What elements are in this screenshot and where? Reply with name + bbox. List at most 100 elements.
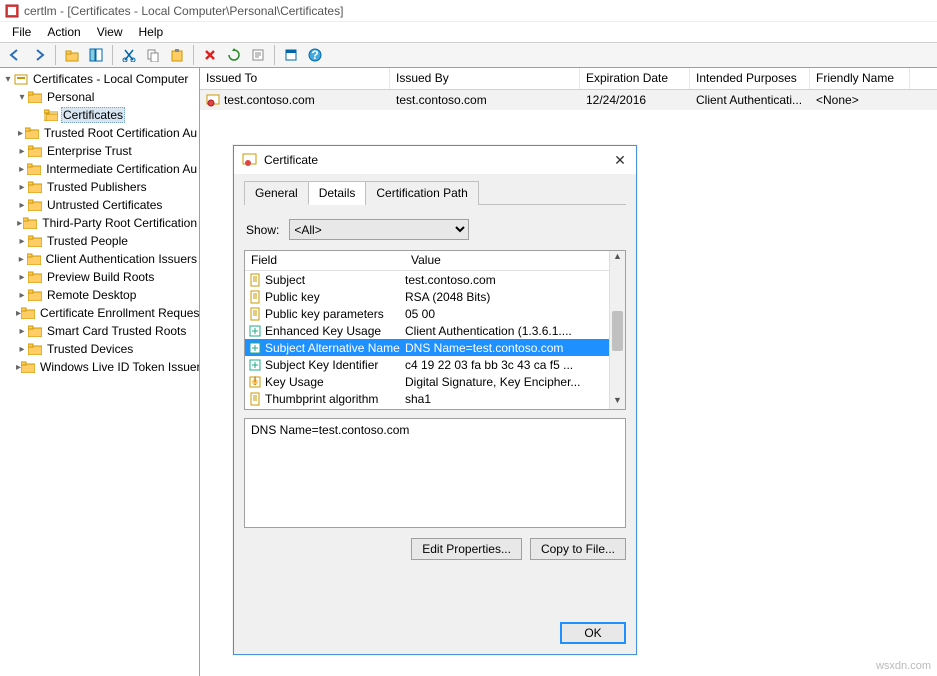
show-label: Show: bbox=[246, 223, 279, 237]
field-row[interactable]: Subjecttest.contoso.com bbox=[245, 271, 609, 288]
field-label: Subject Key Identifier bbox=[263, 358, 405, 372]
folder-icon bbox=[28, 342, 42, 356]
menu-file[interactable]: File bbox=[4, 23, 39, 41]
tree-item[interactable]: ▸Enterprise Trust bbox=[0, 142, 199, 160]
folder-icon bbox=[28, 270, 42, 284]
fields-scrollbar[interactable]: ▲ ▼ bbox=[609, 251, 625, 409]
field-icon bbox=[247, 307, 263, 321]
list-row[interactable]: test.contoso.com test.contoso.com 12/24/… bbox=[200, 90, 937, 110]
field-row[interactable]: Thumbprint algorithmsha1 bbox=[245, 390, 609, 407]
cut-button[interactable] bbox=[118, 44, 140, 66]
paste-button[interactable] bbox=[166, 44, 188, 66]
field-row[interactable]: Subject Alternative NameDNS Name=test.co… bbox=[245, 339, 609, 356]
fields-list-box: Field Value Subjecttest.contoso.comPubli… bbox=[244, 250, 626, 410]
copy-to-file-button[interactable]: Copy to File... bbox=[530, 538, 626, 560]
cell-issued-to: test.contoso.com bbox=[224, 93, 315, 107]
folder-icon bbox=[28, 144, 42, 158]
field-label: Subject Alternative Name bbox=[263, 341, 405, 355]
field-label: Enhanced Key Usage bbox=[263, 324, 405, 338]
field-row[interactable]: ! Key UsageDigital Signature, Key Enciphe… bbox=[245, 373, 609, 390]
field-row[interactable]: Public key parameters05 00 bbox=[245, 305, 609, 322]
tree-item[interactable]: ▸Third-Party Root Certification bbox=[0, 214, 199, 232]
field-icon bbox=[247, 341, 263, 355]
tree-item[interactable]: ▸Smart Card Trusted Roots bbox=[0, 322, 199, 340]
tree-pane[interactable]: ▾ Certificates - Local Computer ▾ Person… bbox=[0, 68, 200, 676]
close-button[interactable]: ✕ bbox=[612, 152, 628, 169]
col-expiration[interactable]: Expiration Date bbox=[580, 68, 690, 89]
export-button[interactable] bbox=[247, 44, 269, 66]
col-purposes[interactable]: Intended Purposes bbox=[690, 68, 810, 89]
tab-general[interactable]: General bbox=[244, 181, 309, 205]
tab-certpath[interactable]: Certification Path bbox=[365, 181, 478, 205]
dialog-title-bar[interactable]: Certificate ✕ bbox=[234, 146, 636, 174]
tree-item[interactable]: ▸Intermediate Certification Au bbox=[0, 160, 199, 178]
scroll-thumb[interactable] bbox=[612, 311, 623, 351]
tree-item[interactable]: ▸Untrusted Certificates bbox=[0, 196, 199, 214]
show-hide-button[interactable] bbox=[85, 44, 107, 66]
menu-help[interactable]: Help bbox=[131, 23, 172, 41]
field-row[interactable]: Subject Key Identifierc4 19 22 03 fa bb … bbox=[245, 356, 609, 373]
up-button[interactable] bbox=[61, 44, 83, 66]
field-row[interactable]: Enhanced Key UsageClient Authentication … bbox=[245, 322, 609, 339]
toolbar-separator bbox=[193, 45, 194, 65]
field-row[interactable]: Public keyRSA (2048 Bits) bbox=[245, 288, 609, 305]
dialog-tabs: General Details Certification Path bbox=[244, 180, 626, 205]
fields-col-value[interactable]: Value bbox=[405, 251, 609, 270]
delete-button[interactable] bbox=[199, 44, 221, 66]
tree-item[interactable]: ▸Remote Desktop bbox=[0, 286, 199, 304]
edit-properties-button[interactable]: Edit Properties... bbox=[411, 538, 522, 560]
field-detail-box[interactable]: DNS Name=test.contoso.com bbox=[244, 418, 626, 528]
svg-text:!: ! bbox=[253, 375, 256, 388]
field-label: Public key bbox=[263, 290, 405, 304]
tree-item[interactable]: ▸Preview Build Roots bbox=[0, 268, 199, 286]
field-value: test.contoso.com bbox=[405, 273, 609, 287]
help-button[interactable]: ? bbox=[304, 44, 326, 66]
field-label: Key Usage bbox=[263, 375, 405, 389]
cell-friendly: <None> bbox=[810, 91, 910, 109]
tree-certificates-selected[interactable]: Certificates bbox=[0, 106, 199, 124]
title-bar: certlm - [Certificates - Local Computer\… bbox=[0, 0, 937, 22]
folder-icon bbox=[28, 90, 42, 104]
field-icon bbox=[247, 358, 263, 372]
tree-item[interactable]: ▸Trusted Root Certification Au bbox=[0, 124, 199, 142]
tree-item[interactable]: ▸Windows Live ID Token Issuer bbox=[0, 358, 199, 376]
col-issued-to[interactable]: Issued To bbox=[200, 68, 390, 89]
copy-button[interactable] bbox=[142, 44, 164, 66]
cert-store-icon bbox=[14, 72, 28, 86]
certificate-dialog: Certificate ✕ General Details Certificat… bbox=[233, 145, 637, 655]
forward-button[interactable] bbox=[28, 44, 50, 66]
tree-item[interactable]: ▸Certificate Enrollment Reques bbox=[0, 304, 199, 322]
col-friendly[interactable]: Friendly Name bbox=[810, 68, 910, 89]
refresh-button[interactable] bbox=[223, 44, 245, 66]
ok-button[interactable]: OK bbox=[560, 622, 626, 644]
tree-item[interactable]: ▸Trusted People bbox=[0, 232, 199, 250]
window-title: certlm - [Certificates - Local Computer\… bbox=[24, 4, 343, 18]
watermark: wsxdn.com bbox=[876, 660, 931, 672]
folder-icon bbox=[28, 180, 42, 194]
field-value: c4 19 22 03 fa bb 3c 43 ca f5 ... bbox=[405, 358, 609, 372]
tree-item[interactable]: ▸Client Authentication Issuers bbox=[0, 250, 199, 268]
menu-action[interactable]: Action bbox=[39, 23, 88, 41]
menu-view[interactable]: View bbox=[89, 23, 131, 41]
show-dropdown[interactable]: <All> bbox=[289, 219, 469, 240]
field-label: Public key parameters bbox=[263, 307, 405, 321]
back-button[interactable] bbox=[4, 44, 26, 66]
tree-root[interactable]: ▾ Certificates - Local Computer bbox=[0, 70, 199, 88]
col-issued-by[interactable]: Issued By bbox=[390, 68, 580, 89]
folder-icon bbox=[28, 288, 42, 302]
properties-button[interactable] bbox=[280, 44, 302, 66]
toolbar: ? bbox=[0, 42, 937, 68]
field-label: Subject bbox=[263, 273, 405, 287]
field-value: Digital Signature, Key Encipher... bbox=[405, 375, 609, 389]
folder-open-icon bbox=[44, 108, 58, 122]
field-icon bbox=[247, 290, 263, 304]
field-icon bbox=[247, 273, 263, 287]
fields-col-field[interactable]: Field bbox=[245, 251, 405, 270]
tree-item[interactable]: ▸Trusted Devices bbox=[0, 340, 199, 358]
field-value: sha1 bbox=[405, 392, 609, 406]
scroll-up-icon[interactable]: ▲ bbox=[610, 251, 625, 265]
tree-personal[interactable]: ▾ Personal bbox=[0, 88, 199, 106]
tree-item[interactable]: ▸Trusted Publishers bbox=[0, 178, 199, 196]
scroll-down-icon[interactable]: ▼ bbox=[610, 395, 625, 409]
tab-details[interactable]: Details bbox=[308, 181, 367, 205]
